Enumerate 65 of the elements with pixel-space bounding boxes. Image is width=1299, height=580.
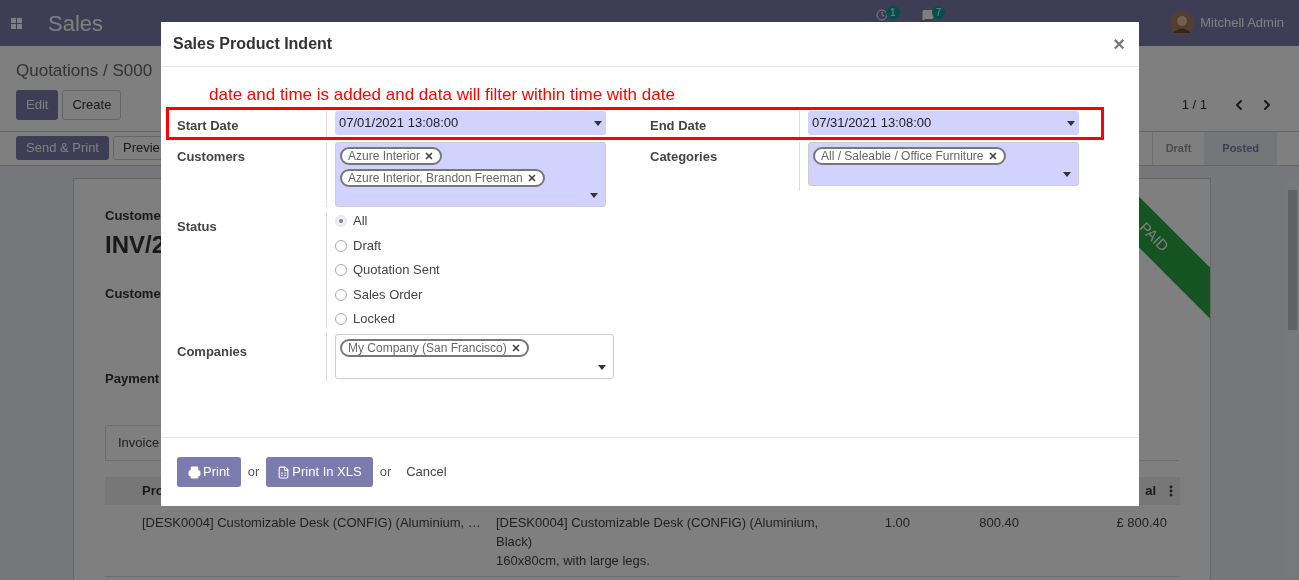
count-badge: 1 xyxy=(886,5,900,19)
print-button[interactable]: Print xyxy=(177,457,241,487)
table-cell-text: £ 800.40 xyxy=(1115,513,1167,532)
radio-label[interactable]: Locked xyxy=(353,311,395,328)
table-cell-text: 800.40 xyxy=(978,513,1019,532)
field-label: Categories xyxy=(650,149,718,164)
clock-icon[interactable] xyxy=(876,8,889,21)
tag: My Company (San Francisco) xyxy=(340,338,529,357)
radio-label[interactable]: Quotation Sent xyxy=(353,262,440,279)
or-text: or xyxy=(379,463,392,482)
tag: All / Saleable / Office Furniture xyxy=(813,147,1006,165)
breadcrumb[interactable]: Quotations / S000 xyxy=(16,61,153,80)
annotation-text: date and time is added and data will filter within time with date xyxy=(209,85,676,105)
radio-label[interactable]: All xyxy=(353,213,368,230)
spreadsheet-file-icon xyxy=(277,465,291,479)
app-name: Sales xyxy=(48,9,104,38)
field-label: Custome xyxy=(105,206,161,225)
remove-icon[interactable] xyxy=(526,173,537,183)
pager-value: 1 / 1 xyxy=(1181,95,1207,114)
remove-icon[interactable] xyxy=(424,151,435,161)
date-field[interactable]: 07/01/2021 13:08:00 xyxy=(335,111,606,135)
close-button[interactable]: × xyxy=(1113,34,1125,54)
user-name[interactable]: Mitchell Admin xyxy=(1200,13,1284,33)
tags-field[interactable]: Azure Interior Azure Interior, Brandon Freeman xyxy=(335,142,606,207)
avatar[interactable] xyxy=(1170,11,1195,35)
cancel-button[interactable]: Cancel xyxy=(406,462,447,482)
radio-button[interactable] xyxy=(335,288,347,301)
field-label: Custome xyxy=(105,285,161,303)
tag: Azure Interior xyxy=(340,147,443,165)
caret-icon xyxy=(594,120,602,126)
remove-icon[interactable] xyxy=(987,151,998,161)
field-label: Companies xyxy=(177,343,248,359)
print-xls-button[interactable]: Print In XLS xyxy=(266,457,373,487)
field-label: Status xyxy=(177,219,217,234)
caret-icon xyxy=(590,193,598,198)
or-text: or xyxy=(247,463,260,482)
tag: Azure Interior, Brandon Freeman xyxy=(340,169,545,187)
table-cell-text: 1.00 xyxy=(883,513,910,532)
radio-label[interactable]: Sales Order xyxy=(353,286,423,303)
field-label: End Date xyxy=(650,118,707,133)
column-header[interactable]: al xyxy=(1145,480,1156,501)
dialog-title: Sales Product Indent xyxy=(173,34,333,54)
field-label: Payment xyxy=(105,369,160,388)
radio-button[interactable] xyxy=(335,239,347,252)
printer-icon xyxy=(188,465,201,479)
create-button[interactable]: Create xyxy=(62,89,122,120)
table-cell-text: [DESK0004] Customizable Desk (CONFIG) (Aluminium, … xyxy=(142,513,482,532)
remove-icon[interactable] xyxy=(510,342,521,353)
status-step[interactable]: Posted xyxy=(1204,131,1277,165)
radio-label[interactable]: Draft xyxy=(353,237,382,254)
field-label: Customers xyxy=(177,149,245,164)
chat-icon[interactable] xyxy=(921,8,934,21)
count-badge: 7 xyxy=(931,5,946,19)
apps-grid-icon[interactable] xyxy=(11,17,22,29)
field-label: Start Date xyxy=(177,118,239,133)
tags-field[interactable]: My Company (San Francisco) xyxy=(335,333,614,379)
tags-field[interactable]: All / Saleable / Office Furniture xyxy=(808,142,1079,186)
caret-icon xyxy=(1067,120,1075,126)
table-cell-text: [DESK0004] Customizable Desk (CONFIG) (Aluminium, Black) 160x80cm, with large legs. xyxy=(496,513,820,570)
date-field[interactable]: 07/31/2021 13:08:00 xyxy=(808,111,1079,135)
radio-button[interactable] xyxy=(335,313,347,326)
caret-icon xyxy=(598,364,606,370)
edit-button[interactable]: Edit xyxy=(16,89,59,120)
send-print-button[interactable]: Send & Print xyxy=(16,136,109,160)
radio-button[interactable] xyxy=(335,264,347,277)
